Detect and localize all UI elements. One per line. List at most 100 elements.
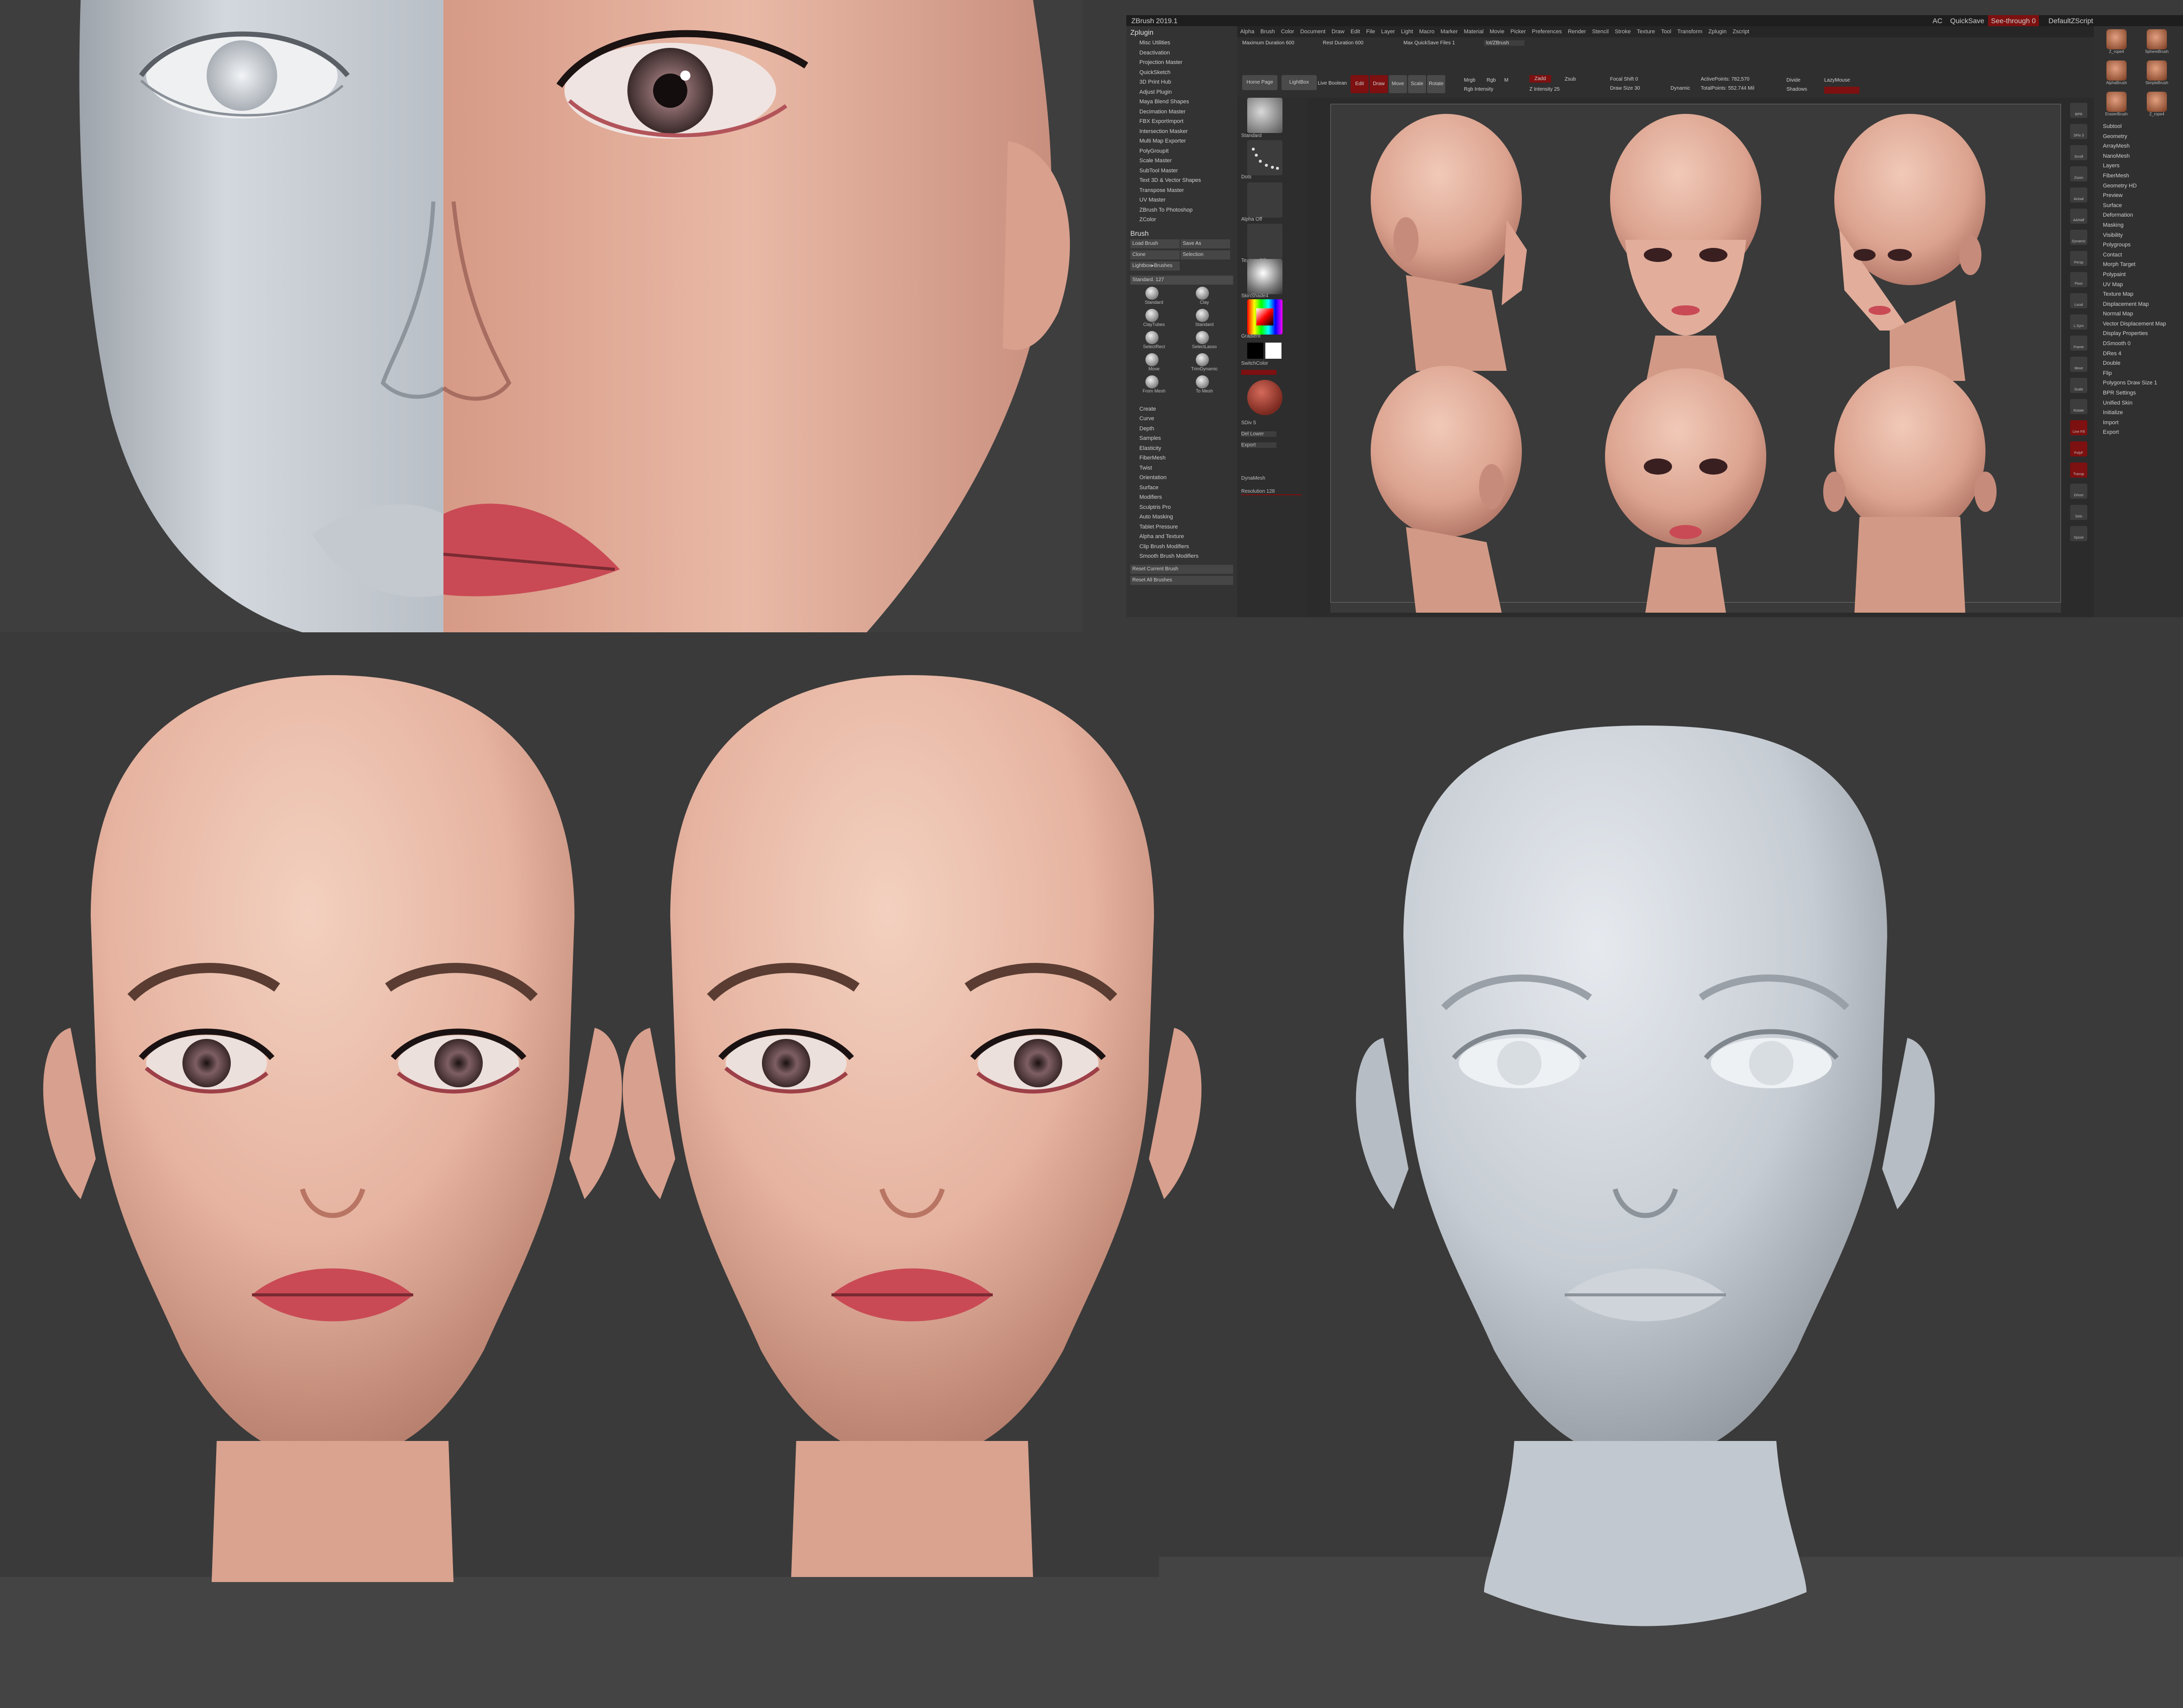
- reset-button[interactable]: Reset Current Brush: [1130, 564, 1233, 574]
- draw-button[interactable]: Draw: [1370, 75, 1388, 93]
- brush-button[interactable]: Selection: [1181, 250, 1230, 259]
- m-button[interactable]: M: [1504, 78, 1508, 83]
- brush-thumb[interactable]: Standard: [1181, 308, 1228, 329]
- tool-menu-item[interactable]: NanoMesh: [2094, 152, 2183, 162]
- tool-menu-item[interactable]: Displacement Map: [2094, 300, 2183, 310]
- tool-thumb[interactable]: Z_rope4: [2099, 29, 2134, 57]
- tool-menu-item[interactable]: Double: [2094, 359, 2183, 369]
- menu-marker[interactable]: Marker: [1441, 29, 1458, 35]
- zplugin-item[interactable]: ZBrush To Photoshop: [1126, 206, 1237, 216]
- menu-zscript[interactable]: Zscript: [1732, 29, 1749, 35]
- brush-sub-item[interactable]: FiberMesh: [1126, 453, 1237, 464]
- menu-file[interactable]: File: [1366, 29, 1375, 35]
- shelf-l-sym[interactable]: L.Sym: [2070, 314, 2087, 330]
- z-intensity-slider[interactable]: Z Intensity 25: [1529, 87, 1560, 92]
- dots-stroke-icon[interactable]: [1247, 140, 1282, 175]
- menu-movie[interactable]: Movie: [1490, 29, 1504, 35]
- shelf-persp[interactable]: Persp: [2070, 251, 2087, 266]
- rotate-button[interactable]: Rotate: [1427, 75, 1445, 93]
- rgb-button[interactable]: Rgb: [1487, 78, 1496, 83]
- zplugin-item[interactable]: Text 3D & Vector Shapes: [1126, 176, 1237, 186]
- zadd-button[interactable]: Zadd: [1529, 75, 1551, 83]
- zplugin-item[interactable]: UV Master: [1126, 195, 1237, 206]
- lazymouse-button[interactable]: LazyMouse: [1824, 78, 1850, 83]
- brush-sub-item[interactable]: Clip Brush Modifiers: [1126, 542, 1237, 552]
- texture-off-icon[interactable]: [1247, 224, 1282, 259]
- tool-menu-item[interactable]: Morph Target: [2094, 260, 2183, 270]
- save-path-field[interactable]: lot/ZBrush: [1484, 40, 1524, 46]
- home-page-button[interactable]: Home Page: [1242, 75, 1277, 90]
- brush-current[interactable]: Standard. 127: [1130, 275, 1233, 285]
- brush-thumb[interactable]: SelectLasso: [1181, 331, 1228, 351]
- menu-stroke[interactable]: Stroke: [1615, 29, 1631, 35]
- mrgb-button[interactable]: Mrgb: [1464, 78, 1475, 83]
- shelf-bpr[interactable]: BPR: [2070, 103, 2087, 118]
- alpha-off-icon[interactable]: [1247, 182, 1282, 218]
- menu-draw[interactable]: Draw: [1331, 29, 1344, 35]
- rest-duration-slider[interactable]: Rest Duration 600: [1323, 40, 1364, 46]
- shelf-dynamic[interactable]: Dynamic: [2070, 230, 2087, 245]
- tool-menu-item[interactable]: Polypaint: [2094, 270, 2183, 280]
- menu-tool[interactable]: Tool: [1661, 29, 1671, 35]
- dynamesh-button[interactable]: DynaMesh: [1241, 476, 1302, 481]
- tool-menu-item[interactable]: Unified Skin: [2094, 399, 2183, 409]
- tool-menu-item[interactable]: Subtool: [2094, 122, 2183, 132]
- brush-sub-item[interactable]: Tablet Pressure: [1126, 522, 1237, 533]
- shelf-frame[interactable]: Frame: [2070, 336, 2087, 351]
- brush-sub-item[interactable]: Create: [1126, 405, 1237, 415]
- tool-menu-item[interactable]: Preview: [2094, 191, 2183, 201]
- tool-menu-item[interactable]: Masking: [2094, 221, 2183, 231]
- secondary-color-swatch[interactable]: [1265, 343, 1281, 359]
- tool-menu-item[interactable]: Normal Map: [2094, 309, 2183, 319]
- menu-document[interactable]: Document: [1300, 29, 1325, 35]
- dynamic-toggle[interactable]: Dynamic: [1671, 86, 1690, 91]
- menu-zplugin[interactable]: Zplugin: [1708, 29, 1726, 35]
- edit-button[interactable]: Edit: [1351, 75, 1369, 93]
- shelf-aahalf[interactable]: AAHalf: [2070, 209, 2087, 224]
- zplugin-item[interactable]: Transpose Master: [1126, 186, 1237, 196]
- menu-preferences[interactable]: Preferences: [1532, 29, 1562, 35]
- brush-button[interactable]: Clone: [1130, 250, 1180, 259]
- shelf-actual[interactable]: Actual: [2070, 187, 2087, 203]
- max-duration-slider[interactable]: Maximum Duration 600: [1242, 40, 1294, 46]
- tool-menu-item[interactable]: Geometry HD: [2094, 181, 2183, 191]
- tool-menu-item[interactable]: Initialize: [2094, 408, 2183, 418]
- shelf-line-fill[interactable]: Line Fill: [2070, 420, 2087, 435]
- brush-thumb[interactable]: ClayTubes: [1130, 308, 1178, 329]
- brush-sub-item[interactable]: Auto Masking: [1126, 512, 1237, 522]
- live-boolean-button[interactable]: Live Boolean: [1318, 81, 1347, 86]
- tool-menu-item[interactable]: Polygroups: [2094, 240, 2183, 250]
- brush-sub-item[interactable]: Sculptris Pro: [1126, 503, 1237, 513]
- shelf-floor[interactable]: Floor: [2070, 272, 2087, 287]
- tool-menu-item[interactable]: Vector Displacement Map: [2094, 319, 2183, 330]
- default-zscript[interactable]: DefaultZScript: [2048, 15, 2093, 26]
- brush-sub-item[interactable]: Curve: [1126, 414, 1237, 424]
- shelf-xpose[interactable]: Xpose: [2070, 526, 2087, 541]
- lightbox-button[interactable]: LightBox: [1281, 75, 1317, 90]
- zplugin-item[interactable]: SubTool Master: [1126, 166, 1237, 176]
- tool-thumb[interactable]: SphereBrush: [2139, 29, 2174, 57]
- viewport-canvas[interactable]: [1330, 104, 2061, 613]
- resolution-slider[interactable]: Resolution 128: [1241, 489, 1302, 495]
- tool-menu-item[interactable]: Surface: [2094, 201, 2183, 211]
- tool-menu-item[interactable]: Texture Map: [2094, 290, 2183, 300]
- brush-sub-item[interactable]: Orientation: [1126, 473, 1237, 483]
- zplugin-header[interactable]: Zplugin: [1126, 26, 1237, 38]
- tool-thumb[interactable]: Z_rope4: [2139, 92, 2174, 120]
- brush-sub-item[interactable]: Depth: [1126, 424, 1237, 434]
- brush-thumb[interactable]: Clay: [1181, 286, 1228, 307]
- shelf-move[interactable]: Move: [2070, 357, 2087, 372]
- zplugin-item[interactable]: PolyGroupIt: [1126, 147, 1237, 157]
- shelf-scale[interactable]: Scale: [2070, 378, 2087, 393]
- del-lower-button[interactable]: Del Lower: [1241, 431, 1276, 437]
- brush-thumb[interactable]: Move: [1130, 353, 1178, 373]
- draw-size-slider[interactable]: Draw Size 30: [1610, 86, 1640, 91]
- zplugin-item[interactable]: ZColor: [1126, 215, 1237, 225]
- tool-menu-item[interactable]: Deformation: [2094, 211, 2183, 221]
- skin-material-sphere-icon[interactable]: [1247, 380, 1282, 415]
- tool-menu-item[interactable]: Geometry: [2094, 132, 2183, 142]
- switch-color-bar[interactable]: [1241, 370, 1276, 375]
- brush-button[interactable]: Save As: [1181, 239, 1230, 248]
- brush-header[interactable]: Brush: [1126, 227, 1237, 239]
- tool-menu-item[interactable]: UV Map: [2094, 280, 2183, 290]
